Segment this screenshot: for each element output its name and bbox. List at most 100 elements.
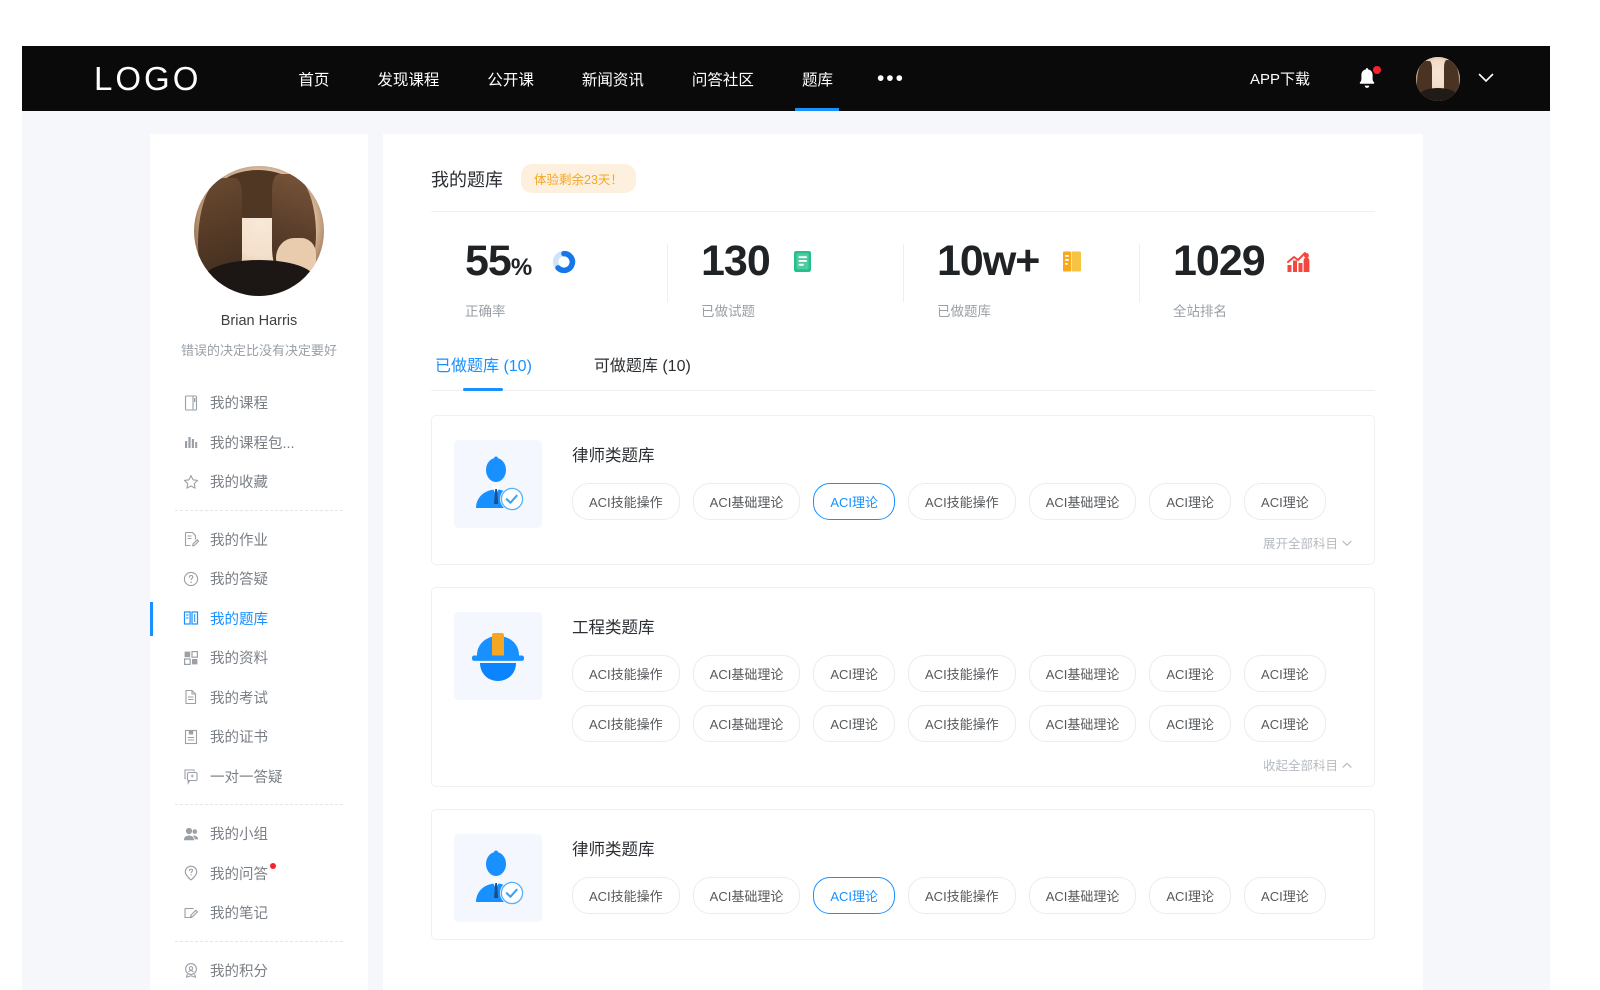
top-header: LOGO 首页发现课程公开课 新闻资讯 问答社区题库••• APP下载 — [22, 46, 1550, 111]
sidebar-item-label: 我的小组 — [210, 823, 268, 844]
sidebar-item-16[interactable]: 我的积分 — [150, 951, 368, 990]
sidebar-item-1[interactable]: 我的课程包... — [150, 423, 368, 463]
subject-tag[interactable]: ACI技能操作 — [908, 705, 1016, 742]
stat-value: 1029 — [1173, 240, 1265, 283]
sidebar-item-9[interactable]: 我的证书 — [150, 717, 368, 757]
subject-tag[interactable]: ACI理论 — [1149, 655, 1231, 692]
toggle-subjects-label: 展开全部科目 — [1263, 533, 1338, 552]
subject-tag[interactable]: ACI理论 — [1244, 483, 1326, 520]
subject-tag[interactable]: ACI技能操作 — [572, 655, 680, 692]
sidebar-item-4[interactable]: 我的作业 — [150, 520, 368, 560]
stat-value: 10w+ — [937, 240, 1039, 283]
sidebar-item-2[interactable]: 我的收藏 — [150, 462, 368, 502]
toggle-subjects-link[interactable]: 展开全部科目 — [1263, 533, 1352, 552]
subject-tag-rows: ACI技能操作 ACI基础理论 ACI理论 ACI技能操作 ACI基础理论 ACI理论 AC… — [572, 483, 1352, 520]
subject-tag[interactable]: ACI理论 — [813, 877, 895, 914]
subject-tag[interactable]: ACI基础理论 — [693, 705, 801, 742]
star-icon — [182, 473, 200, 491]
sidebar-item-0[interactable]: 我的课程 — [150, 383, 368, 423]
stat-value: 55% — [465, 240, 531, 283]
sidebar-item-13[interactable]: 我的问答 — [150, 854, 368, 894]
subject-tag[interactable]: ACI技能操作 — [572, 877, 680, 914]
header-avatar[interactable] — [1416, 57, 1460, 101]
homework-icon — [182, 530, 200, 548]
points-medal-icon — [182, 961, 200, 979]
subject-tag[interactable]: ACI理论 — [1244, 877, 1326, 914]
subject-tag[interactable]: ACI理论 — [1149, 705, 1231, 742]
nav-item-1[interactable]: 发现课程 — [353, 46, 463, 111]
sidebar-item-label: 我的课程包... — [210, 432, 295, 453]
subject-tag[interactable]: ACI技能操作 — [572, 705, 680, 742]
tab-0[interactable]: 已做题库 (10) — [431, 352, 536, 390]
sidebar-item-7[interactable]: 我的资料 — [150, 638, 368, 678]
subject-tag[interactable]: ACI基础理论 — [693, 877, 801, 914]
question-bank-card[interactable]: 律师类题库ACI技能操作ACI基础理论ACI理论ACI技能操作ACI基础理论AC… — [431, 809, 1375, 940]
question-bank-card[interactable]: 律师类题库ACI技能操作ACI基础理论ACI理论ACI技能操作ACI基础理论AC… — [431, 415, 1375, 565]
toggle-subjects-link[interactable]: 收起全部科目 — [1263, 755, 1352, 774]
question-bank-list: 律师类题库ACI技能操作ACI基础理论ACI理论ACI技能操作ACI基础理论AC… — [431, 415, 1375, 940]
nav-item-4[interactable]: 问答社区 — [668, 46, 778, 111]
subject-tag[interactable]: ACI技能操作 — [908, 483, 1016, 520]
subject-tag[interactable]: ACI基础理论 — [1029, 705, 1137, 742]
notification-dot — [1373, 66, 1381, 74]
sidebar-menu: 我的课程我的课程包... 我的收藏我的作业我的答疑我的题库我的资料我的考试我的证书… — [150, 383, 368, 990]
subject-tag[interactable]: ACI理论 — [1244, 705, 1326, 742]
subject-tag[interactable]: ACI基础理论 — [693, 483, 801, 520]
subject-tag[interactable]: ACI技能操作 — [908, 655, 1016, 692]
site-logo[interactable]: LOGO — [94, 60, 201, 98]
subject-tag[interactable]: ACI理论 — [1244, 655, 1326, 692]
sidebar-item-14[interactable]: 我的笔记 — [150, 893, 368, 933]
sidebar-item-label: 我的证书 — [210, 726, 268, 747]
subject-tag[interactable]: ACI理论 — [813, 705, 895, 742]
subject-tag[interactable]: ACI技能操作 — [572, 483, 680, 520]
subject-tag[interactable]: ACI理论 — [1149, 877, 1231, 914]
subject-tag[interactable]: ACI技能操作 — [908, 877, 1016, 914]
chevron-down-icon[interactable] — [1478, 70, 1494, 88]
card-body: 工程类题库ACI技能操作ACI基础理论ACI理论ACI技能操作ACI基础理论AC… — [572, 612, 1352, 774]
subject-tag[interactable]: ACI理论 — [813, 483, 895, 520]
subject-tag[interactable]: ACI理论 — [1149, 483, 1231, 520]
profile-name: Brian Harris — [150, 313, 368, 329]
app-download-link[interactable]: APP下载 — [1250, 68, 1310, 89]
chat-bubble-icon — [182, 767, 200, 785]
question-bank-card[interactable]: 工程类题库ACI技能操作ACI基础理论ACI理论ACI技能操作ACI基础理论AC… — [431, 587, 1375, 787]
subject-tag[interactable]: ACI基础理论 — [693, 655, 801, 692]
sidebar-item-6[interactable]: 我的题库 — [150, 599, 368, 639]
main-panel: 我的题库 体验剩余23天！ 55%正确率130已做试题10w+已做题库1029全… — [383, 134, 1423, 990]
sidebar-item-label: 我的积分 — [210, 960, 268, 981]
book-icon — [182, 394, 200, 412]
sidebar-item-label: 我的问答 — [210, 863, 268, 884]
tab-1[interactable]: 可做题库 (10) — [590, 352, 695, 390]
hardhat-icon — [454, 612, 542, 700]
sidebar-item-5[interactable]: 我的答疑 — [150, 559, 368, 599]
nav-item-label: 新闻资讯 — [582, 68, 644, 90]
menu-divider — [175, 941, 343, 942]
stats-row: 55%正确率130已做试题10w+已做题库1029全站排名 — [431, 240, 1375, 326]
nav-item-0[interactable]: 首页 — [274, 46, 353, 111]
lawyer-verified-icon — [454, 440, 542, 528]
sidebar-item-8[interactable]: 我的考试 — [150, 678, 368, 718]
green-paper-icon — [790, 249, 816, 275]
profile-motto: 错误的决定比没有决定要好 — [150, 340, 368, 359]
subject-tag[interactable]: ACI理论 — [813, 655, 895, 692]
subject-tag-rows: ACI技能操作 ACI基础理论 ACI理论 ACI技能操作 ACI基础理论 ACI理论 AC… — [572, 877, 1352, 914]
sidebar-item-10[interactable]: 一对一答疑 — [150, 757, 368, 797]
subject-tag[interactable]: ACI基础理论 — [1029, 655, 1137, 692]
card-footer: 收起全部科目 — [572, 755, 1352, 774]
stat-value-row: 55% — [465, 240, 667, 283]
sidebar-item-12[interactable]: 我的小组 — [150, 814, 368, 854]
sidebar-item-label: 我的收藏 — [210, 471, 268, 492]
bell-icon[interactable] — [1356, 67, 1378, 91]
nav-item-3[interactable]: 新闻资讯 — [558, 46, 668, 111]
nav-item-5[interactable]: 题库 — [778, 46, 857, 111]
exam-doc-icon — [182, 688, 200, 706]
orange-book-icon — [1059, 249, 1085, 275]
subject-tag[interactable]: ACI基础理论 — [1029, 877, 1137, 914]
ellipsis-icon[interactable]: ••• — [857, 74, 925, 84]
users-icon — [182, 825, 200, 843]
nav-item-2[interactable]: 公开课 — [463, 46, 558, 111]
trial-badge: 体验剩余23天！ — [521, 164, 636, 193]
sidebar-item-label: 我的答疑 — [210, 568, 268, 589]
red-rank-chart-icon — [1285, 249, 1311, 275]
subject-tag[interactable]: ACI基础理论 — [1029, 483, 1137, 520]
